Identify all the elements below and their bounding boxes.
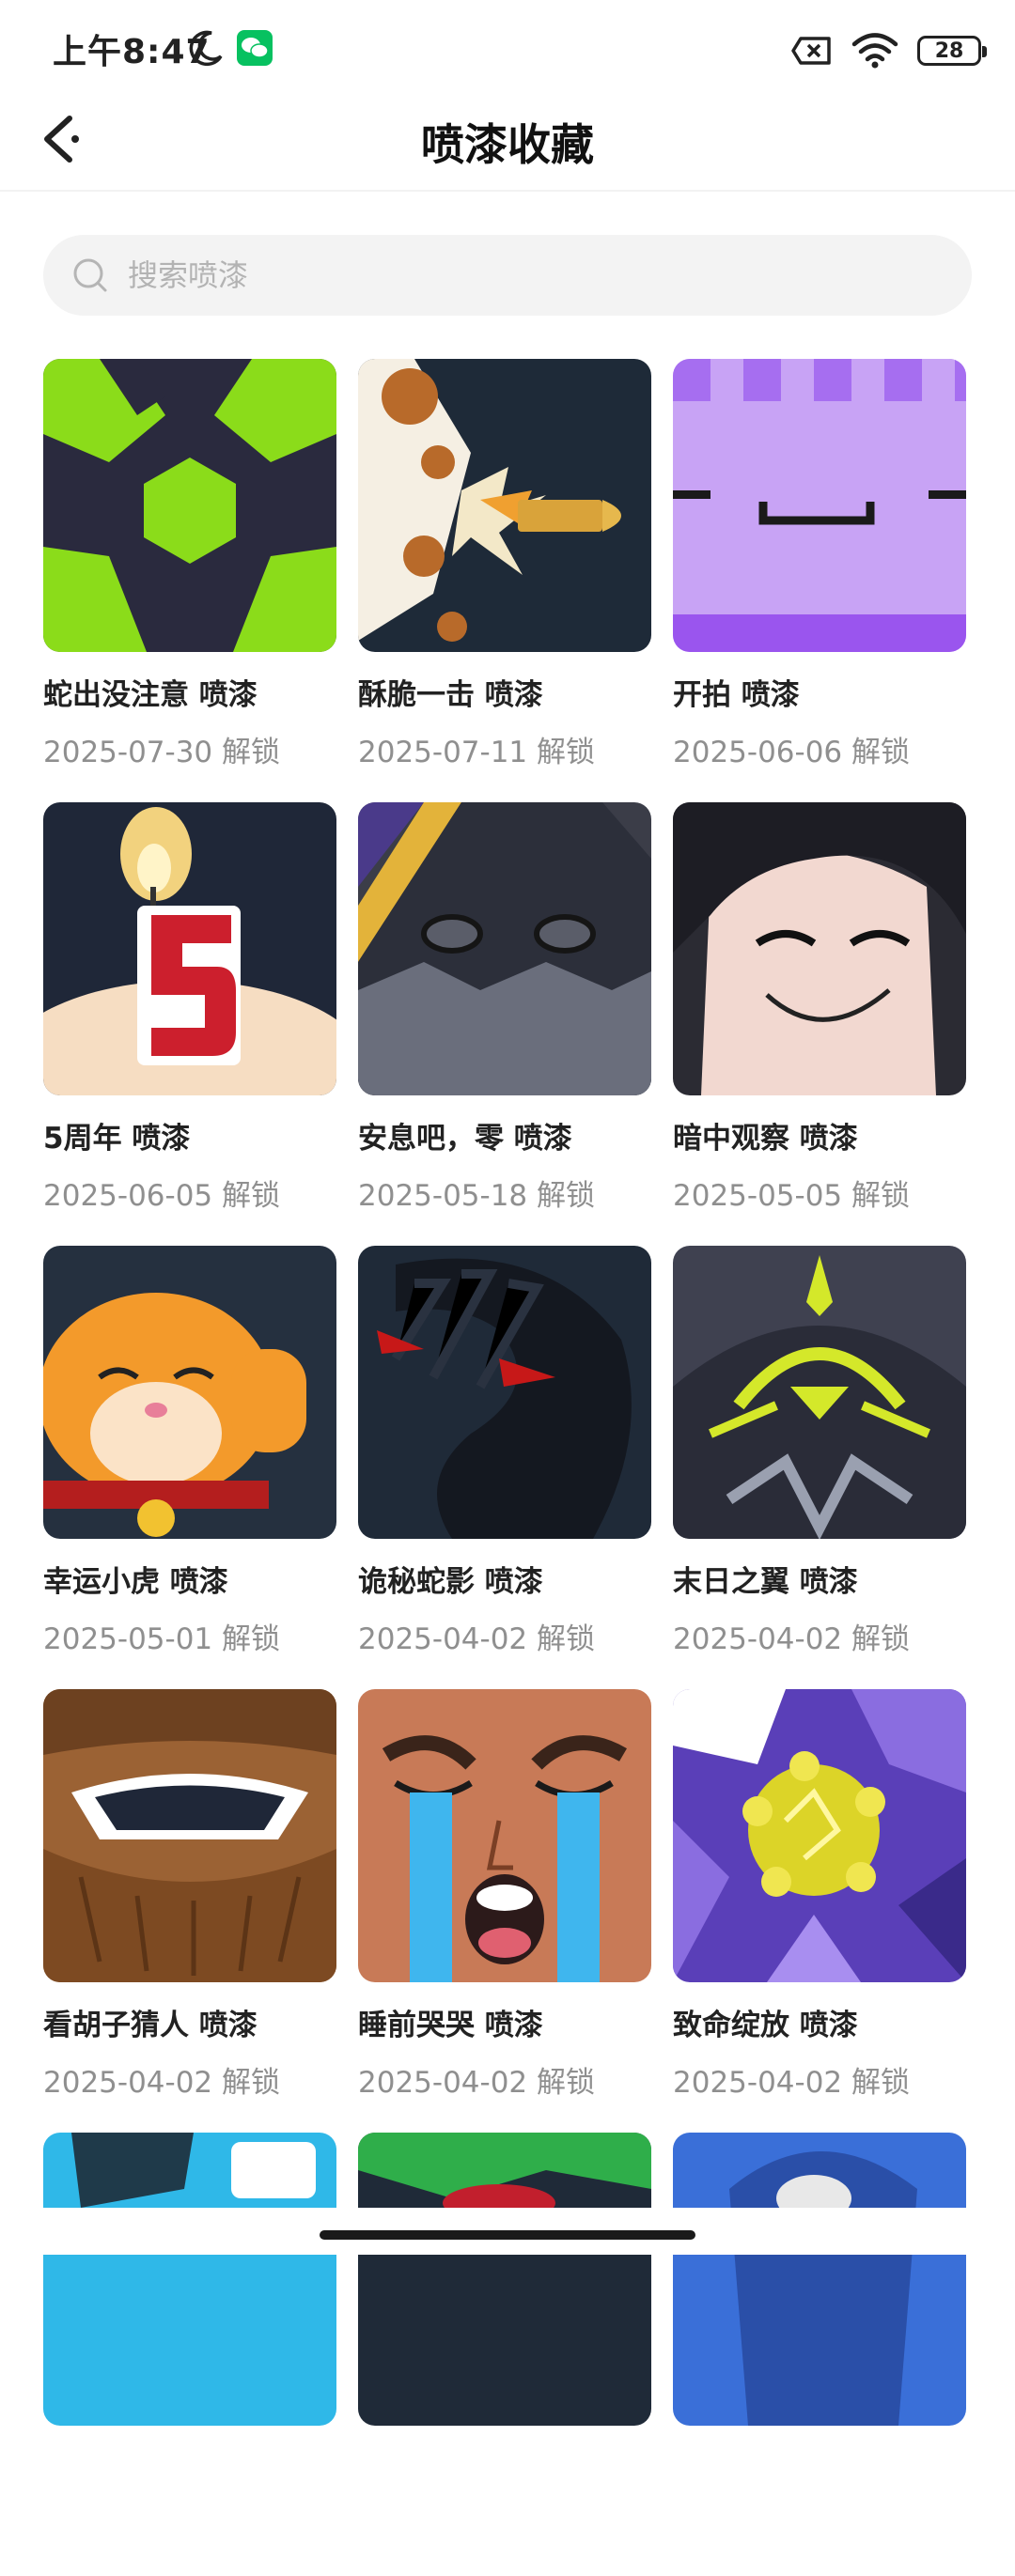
spray-unlock-date: 2025-06-06 解锁 [673, 736, 911, 769]
battery-level: 28 [934, 39, 964, 63]
spray-thumbnail [673, 2133, 966, 2426]
spray-name: 开拍 喷漆 [673, 678, 800, 712]
spray-name: 暗中观察 喷漆 [673, 1122, 858, 1156]
no-sim-icon [791, 37, 831, 65]
spray-thumbnail [43, 1246, 336, 1539]
wifi-icon [851, 33, 898, 69]
spray-name: 酥脆一击 喷漆 [358, 678, 543, 712]
search-bar[interactable] [43, 235, 972, 316]
spray-unlock-date: 2025-04-02 解锁 [43, 2066, 281, 2100]
spray-unlock-date: 2025-04-02 解锁 [358, 2066, 596, 2100]
search-input[interactable] [126, 256, 925, 294]
page-title: 喷漆收藏 [421, 119, 594, 170]
spray-card[interactable]: 开拍 喷漆 2025-06-06 解锁 [673, 359, 966, 802]
spray-thumbnail [358, 359, 651, 652]
spray-name: 睡前哭哭 喷漆 [358, 2009, 543, 2042]
spray-unlock-date: 2025-07-11 解锁 [358, 736, 596, 769]
spray-name: 5周年 喷漆 [43, 1122, 191, 1156]
spray-card[interactable]: 蛇出没注意 喷漆 2025-07-30 解锁 [43, 359, 336, 802]
spray-name: 安息吧，零 喷漆 [358, 1122, 572, 1156]
spray-thumbnail [43, 359, 336, 652]
spray-name: 末日之翼 喷漆 [673, 1565, 858, 1599]
spray-thumbnail [43, 1689, 336, 1982]
status-bar: 上午8:47 28 [0, 0, 1015, 94]
spray-unlock-date: 2025-05-18 解锁 [358, 1179, 596, 1213]
search-icon [73, 258, 107, 292]
gesture-nav-bar[interactable] [320, 2230, 695, 2240]
spray-card[interactable]: 幸运小虎 喷漆 2025-05-01 解锁 [43, 1246, 336, 1689]
spray-card[interactable] [358, 2133, 651, 2576]
wechat-icon [237, 30, 273, 66]
spray-unlock-date: 2025-06-05 解锁 [43, 1179, 281, 1213]
spray-thumbnail [358, 2133, 651, 2426]
spray-unlock-date: 2025-04-02 解锁 [673, 2066, 911, 2100]
spray-name: 看胡子猜人 喷漆 [43, 2009, 258, 2042]
spray-thumbnail [358, 1246, 651, 1539]
spray-name: 幸运小虎 喷漆 [43, 1565, 228, 1599]
spray-card[interactable]: 致命绽放 喷漆 2025-04-02 解锁 [673, 1689, 966, 2133]
spray-thumbnail [673, 802, 966, 1095]
spray-unlock-date: 2025-07-30 解锁 [43, 736, 281, 769]
moon-icon [189, 30, 223, 67]
spray-card[interactable]: 末日之翼 喷漆 2025-04-02 解锁 [673, 1246, 966, 1689]
spray-thumbnail [358, 1689, 651, 1982]
spray-card[interactable] [673, 2133, 966, 2576]
spray-card[interactable]: 暗中观察 喷漆 2025-05-05 解锁 [673, 802, 966, 1246]
spray-unlock-date: 2025-04-02 解锁 [358, 1622, 596, 1656]
spray-card[interactable]: 酥脆一击 喷漆 2025-07-11 解锁 [358, 359, 651, 802]
spray-thumbnail [43, 2133, 336, 2426]
spray-unlock-date: 2025-04-02 解锁 [673, 1622, 911, 1656]
spray-card[interactable] [43, 2133, 336, 2576]
spray-name: 致命绽放 喷漆 [673, 2009, 858, 2042]
spray-thumbnail [673, 359, 966, 652]
header: 喷漆收藏 [0, 94, 1015, 192]
spray-card[interactable]: 5周年 喷漆 2025-06-05 解锁 [43, 802, 336, 1246]
spray-thumbnail [673, 1246, 966, 1539]
spray-thumbnail [43, 802, 336, 1095]
spray-name: 诡秘蛇影 喷漆 [358, 1565, 543, 1599]
spray-unlock-date: 2025-05-01 解锁 [43, 1622, 281, 1656]
spray-card[interactable]: 看胡子猜人 喷漆 2025-04-02 解锁 [43, 1689, 336, 2133]
status-right: 28 [791, 30, 987, 71]
spray-card[interactable]: 诡秘蛇影 喷漆 2025-04-02 解锁 [358, 1246, 651, 1689]
spray-thumbnail [358, 802, 651, 1095]
spray-name: 蛇出没注意 喷漆 [43, 678, 258, 712]
spray-card[interactable]: 安息吧，零 喷漆 2025-05-18 解锁 [358, 802, 651, 1246]
spray-card[interactable]: 睡前哭哭 喷漆 2025-04-02 解锁 [358, 1689, 651, 2133]
battery-icon: 28 [917, 36, 987, 66]
spray-thumbnail [673, 1689, 966, 1982]
spray-unlock-date: 2025-05-05 解锁 [673, 1179, 911, 1213]
